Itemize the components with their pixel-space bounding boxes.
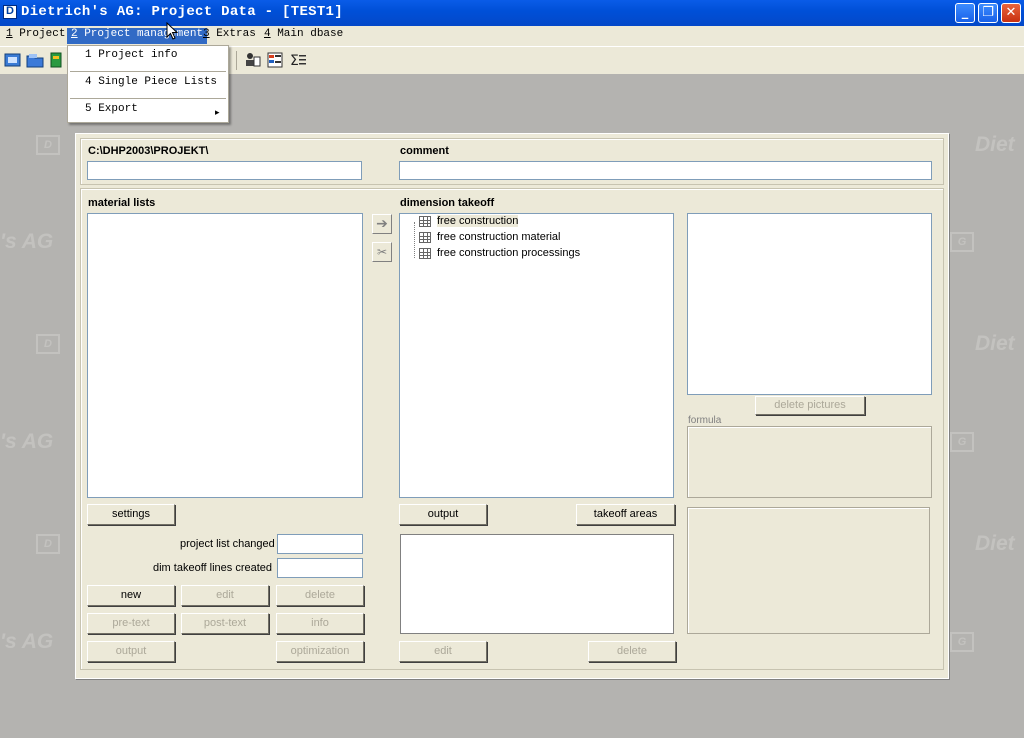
formula-box[interactable] <box>687 426 932 498</box>
takeoff-edit-button[interactable]: edit <box>399 641 487 662</box>
toolbar-separator <box>236 51 237 70</box>
watermark-text: Diet <box>975 133 1015 156</box>
watermark-text: Diet <box>975 332 1015 355</box>
tree-item-free-construction-material[interactable]: free construction material <box>419 231 561 247</box>
open-folder-icon[interactable] <box>26 51 44 69</box>
table-icon <box>419 231 431 243</box>
menu-item-single-piece-lists[interactable]: 4 Single Piece Lists <box>85 76 217 94</box>
menu-separator <box>70 98 226 99</box>
title-bar: Dietrich's AG: Project Data - [TEST1] _ … <box>0 0 1024 26</box>
takeoff-detail-box[interactable] <box>400 534 674 634</box>
watermark: D <box>36 133 66 157</box>
new-project-icon[interactable] <box>4 51 22 69</box>
material-lists-label: material lists <box>88 197 156 209</box>
output-button[interactable]: output <box>87 641 175 662</box>
watermark-text: 's AG <box>0 230 54 253</box>
info-button[interactable]: info <box>276 613 364 634</box>
formula-label: formula <box>688 415 722 426</box>
minimize-button[interactable]: _ <box>955 3 975 23</box>
dimension-takeoff-tree[interactable]: free construction free construction mate… <box>399 213 674 498</box>
menu-label: Project <box>12 28 66 40</box>
delete-pictures-button[interactable]: delete pictures <box>755 396 865 415</box>
dim-takeoff-lines-field[interactable] <box>277 558 363 578</box>
project-list-changed-field[interactable] <box>277 534 363 554</box>
arrow-right-icon: ➔ <box>376 216 388 232</box>
menu-project-management[interactable]: 2 Project management <box>67 28 208 44</box>
dim-takeoff-lines-label: dim takeoff lines created <box>153 562 273 574</box>
watermark: D <box>36 532 66 556</box>
menu-separator <box>70 71 226 72</box>
menu-project[interactable]: 1 Project <box>2 28 69 44</box>
project-list-changed-label: project list changed <box>180 538 275 550</box>
menu-label: Extras <box>209 28 256 40</box>
takeoff-areas-button[interactable]: takeoff areas <box>576 504 675 525</box>
user-list-icon[interactable] <box>243 51 261 69</box>
menu-label: Main dbase <box>270 28 344 40</box>
comment-label: comment <box>400 145 449 157</box>
table-icon <box>419 215 431 227</box>
material-list-icon[interactable] <box>266 51 284 69</box>
tree-item-label: free construction material <box>437 231 561 243</box>
minimize-icon: _ <box>961 5 969 20</box>
window-title: Dietrich's AG: Project Data - [TEST1] <box>21 4 343 20</box>
submenu-arrow-icon: ▸ <box>215 107 220 117</box>
new-button[interactable]: new <box>87 585 175 606</box>
sum-list-icon[interactable]: Σ <box>289 51 307 69</box>
takeoff-delete-button[interactable]: delete <box>588 641 676 662</box>
tree-item-label: free construction <box>437 215 519 227</box>
watermark: G <box>950 630 980 654</box>
menu-bar: 1 Project 2 Project management 3 Extras … <box>0 26 1024 45</box>
material-lists-listbox[interactable] <box>87 213 363 498</box>
mouse-cursor-icon <box>166 22 178 40</box>
optimization-button[interactable]: optimization <box>276 641 364 662</box>
edit-button[interactable]: edit <box>181 585 269 606</box>
scissors-icon: ✂ <box>376 245 388 259</box>
tree-line <box>414 222 416 258</box>
project-management-menu: 1 Project info 4 Single Piece Lists 5 Ex… <box>67 45 229 123</box>
watermark: G <box>950 430 980 454</box>
restore-icon: ❐ <box>982 5 994 20</box>
post-text-button[interactable]: post-text <box>181 613 269 634</box>
dimension-takeoff-label: dimension takeoff <box>400 197 495 209</box>
comment-field[interactable] <box>399 161 932 180</box>
settings-button[interactable]: settings <box>87 504 175 525</box>
tree-item-free-construction[interactable]: free construction <box>419 215 519 231</box>
watermark-text: 's AG <box>0 630 54 653</box>
transfer-button[interactable]: ➔ <box>372 214 392 234</box>
picture-preview[interactable] <box>687 213 932 395</box>
menu-accel: 4 <box>264 28 271 40</box>
menu-main-dbase[interactable]: 4 Main dbase <box>260 28 347 44</box>
export-icon[interactable] <box>48 51 66 69</box>
takeoff-output-button[interactable]: output <box>399 504 487 525</box>
menu-accel: 1 <box>6 28 13 40</box>
tree-item-free-construction-processings[interactable]: free construction processings <box>419 247 580 263</box>
pre-text-button[interactable]: pre-text <box>87 613 175 634</box>
svg-text:Σ: Σ <box>290 53 299 69</box>
project-path-field[interactable] <box>87 161 362 180</box>
close-button[interactable]: ✕ <box>1001 3 1021 23</box>
menu-item-export[interactable]: 5 Export <box>85 103 138 121</box>
watermark: G <box>950 230 980 254</box>
table-icon <box>419 247 431 259</box>
close-icon: ✕ <box>1005 5 1017 20</box>
tree-item-label: free construction processings <box>437 247 581 259</box>
watermark-text: Diet <box>975 532 1015 555</box>
watermark: D <box>36 332 66 356</box>
restore-button[interactable]: ❐ <box>978 3 998 23</box>
app-icon[interactable] <box>3 5 17 19</box>
menu-accel: 2 <box>71 28 78 40</box>
project-data-dialog: C:\DHP2003\PROJEKT\ comment material lis… <box>75 133 949 679</box>
menu-item-project-info[interactable]: 1 Project info <box>85 49 177 67</box>
cut-button[interactable]: ✂ <box>372 242 392 262</box>
preview-panel <box>687 507 930 634</box>
menu-extras[interactable]: 3 Extras <box>199 28 260 44</box>
watermark-text: 's AG <box>0 430 54 453</box>
delete-button[interactable]: delete <box>276 585 364 606</box>
menu-label: Project management <box>77 28 204 40</box>
menu-accel: 3 <box>203 28 210 40</box>
project-path-label: C:\DHP2003\PROJEKT\ <box>88 145 209 157</box>
